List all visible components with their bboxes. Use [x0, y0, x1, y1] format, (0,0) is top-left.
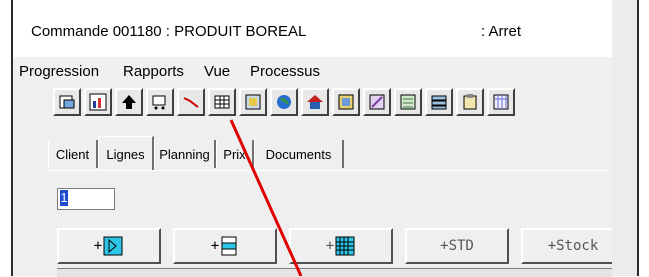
red-annotation-line: [229, 119, 303, 276]
annotation-overlay: [229, 119, 303, 276]
